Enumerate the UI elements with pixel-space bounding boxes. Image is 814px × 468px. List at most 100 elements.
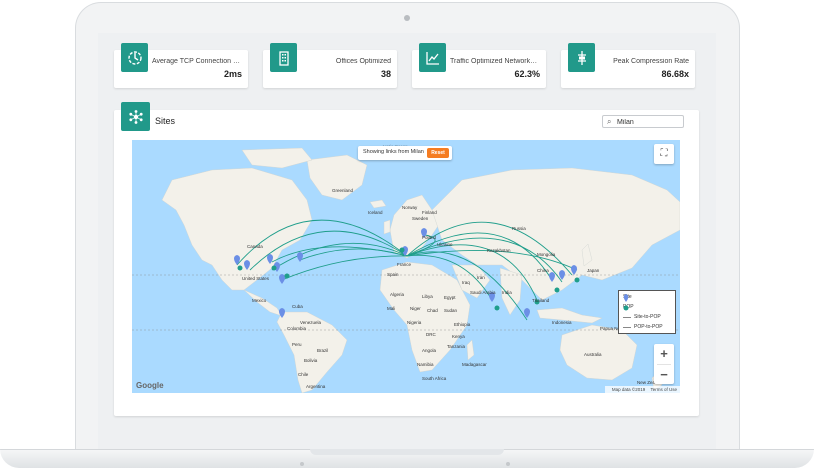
land-central-america bbox=[243, 289, 283, 317]
map-label: Namibia bbox=[417, 362, 434, 367]
search-input[interactable] bbox=[617, 117, 681, 127]
map-label: France bbox=[397, 262, 412, 267]
line-swatch bbox=[623, 326, 631, 328]
map-label: Canada bbox=[247, 244, 263, 249]
map-label: India bbox=[502, 290, 512, 295]
map-label: Angola bbox=[422, 348, 437, 353]
office-building-icon bbox=[270, 43, 297, 72]
land-africa bbox=[379, 261, 471, 373]
stat-value: 38 bbox=[380, 69, 391, 79]
map-label: Sweden bbox=[412, 216, 429, 221]
connection-speed-icon bbox=[121, 43, 148, 72]
map-label: Venezuela bbox=[300, 320, 322, 325]
laptop-foot bbox=[300, 462, 304, 466]
legend-label: Site-to-POP bbox=[634, 314, 661, 320]
pop-pin bbox=[494, 305, 500, 311]
map-label: Indonesia bbox=[552, 320, 572, 325]
map-label: Saudi Arabia bbox=[470, 290, 496, 295]
site-search[interactable]: ⌕ bbox=[602, 115, 684, 128]
camera-dot bbox=[404, 15, 410, 21]
map-label: Iceland bbox=[368, 210, 383, 215]
link-filter-banner: Showing links from Milan Reset bbox=[358, 146, 452, 160]
stat-label: Average TCP Connection Set... bbox=[152, 58, 242, 65]
stat-card-compression: Peak Compression Rate 86.68x bbox=[561, 43, 695, 88]
reset-button[interactable]: Reset bbox=[427, 148, 449, 158]
map-label: Japan bbox=[587, 268, 600, 273]
map-label: Chad bbox=[427, 308, 438, 313]
map-label: Niger bbox=[410, 306, 421, 311]
compression-icon bbox=[568, 43, 595, 72]
laptop-frame: Average TCP Connection Set... 2ms Office… bbox=[0, 0, 814, 468]
map-label: Colombia bbox=[287, 326, 307, 331]
map-label: Mexico bbox=[252, 298, 267, 303]
stat-value: 62.3% bbox=[514, 69, 540, 79]
world-map[interactable]: Greenland Canada United States Mexico Cu… bbox=[132, 140, 680, 393]
network-hub-icon bbox=[121, 102, 150, 131]
landmasses bbox=[161, 147, 680, 393]
panel-title: Sites bbox=[155, 116, 176, 126]
banner-text: Showing links from Milan bbox=[363, 149, 424, 155]
map-label: Peru bbox=[292, 342, 302, 347]
trend-chart-icon bbox=[419, 43, 446, 72]
map-label: DRC bbox=[426, 332, 436, 337]
map-label: South Africa bbox=[422, 376, 447, 381]
zoom-out-button[interactable]: − bbox=[654, 365, 674, 385]
map-label: Tanzania bbox=[447, 344, 466, 349]
map-label: Kazakhstan bbox=[487, 248, 511, 253]
pop-pin bbox=[284, 273, 290, 279]
stat-label: Traffic Optimized Networkwi... bbox=[450, 58, 540, 65]
map-legend: Site POP Site-to-POP POP-to-POP bbox=[618, 290, 676, 334]
map-attribution: Map data ©2019 Terms of Use bbox=[604, 386, 680, 393]
legend-site-to-pop: Site-to-POP bbox=[623, 314, 661, 320]
pop-pin bbox=[237, 265, 243, 271]
fullscreen-icon: ⛶ bbox=[660, 148, 668, 159]
sites-panel: Sites ⌕ Milan Greenland Canada United St… bbox=[114, 102, 699, 416]
map-label: Cuba bbox=[292, 304, 303, 309]
pop-pin bbox=[574, 277, 580, 283]
map-label: Poland bbox=[422, 235, 437, 240]
map-label: Egypt bbox=[444, 295, 456, 300]
link-arc bbox=[299, 248, 408, 261]
map-label: Brazil bbox=[317, 348, 329, 353]
land-uk bbox=[383, 219, 391, 235]
legend-pop-to-pop: POP-to-POP bbox=[623, 324, 663, 330]
map-label: Nigeria bbox=[407, 320, 422, 325]
search-icon: ⌕ bbox=[607, 117, 612, 126]
laptop-foot bbox=[506, 462, 510, 466]
stat-card-offices: Offices Optimized 38 bbox=[263, 43, 397, 88]
stat-label: Peak Compression Rate bbox=[613, 58, 689, 65]
stat-card-traffic: Traffic Optimized Networkwi... 62.3% bbox=[412, 43, 546, 88]
legend-pop: POP bbox=[623, 304, 634, 311]
terms-link[interactable]: Terms of Use bbox=[650, 387, 677, 392]
zoom-in-button[interactable]: + bbox=[654, 344, 674, 364]
pop-pin bbox=[399, 247, 405, 253]
pop-pin bbox=[554, 287, 560, 293]
pop-pin bbox=[271, 265, 277, 271]
land-canada-arctic bbox=[241, 147, 313, 169]
map-label: Norway bbox=[402, 205, 418, 210]
map-label: Iraq bbox=[462, 280, 470, 285]
link-arc bbox=[271, 246, 408, 263]
stat-value: 2ms bbox=[223, 69, 242, 79]
map-label: Finland bbox=[422, 210, 437, 215]
map-data-text: Map data ©2019 bbox=[611, 387, 646, 392]
site-pin bbox=[279, 274, 285, 284]
map-label: Chile bbox=[298, 372, 309, 377]
fullscreen-button[interactable]: ⛶ bbox=[654, 144, 674, 164]
map-label: China bbox=[537, 268, 549, 273]
map-label: Sudan bbox=[444, 308, 458, 313]
map-label: Libya bbox=[422, 294, 433, 299]
legend-label: POP-to-POP bbox=[634, 324, 663, 330]
map-label: Australia bbox=[584, 352, 602, 357]
map-label: Greenland bbox=[332, 188, 354, 193]
map-label: Kenya bbox=[452, 334, 465, 339]
map-label: Spain bbox=[387, 272, 399, 277]
map-label: Mongolia bbox=[537, 252, 556, 257]
stat-card-tcp: Average TCP Connection Set... 2ms bbox=[114, 43, 248, 88]
google-logo: Google bbox=[136, 381, 164, 390]
map-label: Iran bbox=[477, 275, 485, 280]
site-pin bbox=[297, 252, 303, 262]
land-greenland bbox=[306, 154, 368, 201]
laptop-notch bbox=[310, 449, 504, 455]
map-label: Bolivia bbox=[304, 358, 318, 363]
